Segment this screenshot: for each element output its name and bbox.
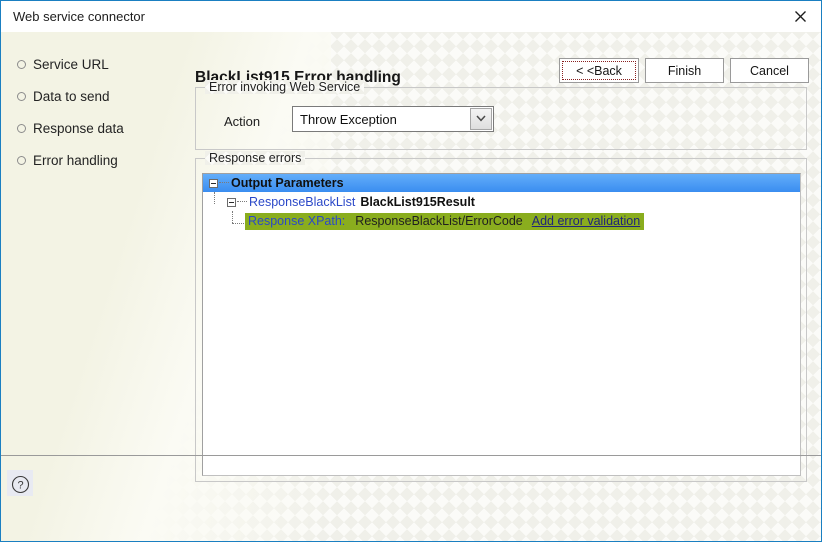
footer-bar: ? — [1, 456, 821, 510]
collapse-minus-icon[interactable] — [209, 178, 218, 188]
tree-row[interactable]: Output Parameters — [203, 174, 800, 192]
add-error-validation-link[interactable]: Add error validation — [532, 214, 640, 228]
chevron-down-icon[interactable] — [470, 108, 492, 130]
sidebar-item-label: Data to send — [33, 88, 110, 104]
tree-node-type: BlackList915Result — [360, 195, 475, 209]
tree-connector — [219, 182, 229, 184]
tree-node-name: ResponseBlackList — [249, 195, 356, 209]
response-errors-legend: Response errors — [205, 151, 305, 165]
circle-bullet-icon — [17, 59, 26, 69]
web-service-connector-dialog: Web service connector Service URL Data t… — [0, 0, 822, 542]
collapse-minus-icon[interactable] — [227, 197, 236, 207]
xpath-label: Response XPath: — [248, 214, 346, 228]
sidebar-item-label: Service URL — [33, 56, 109, 72]
svg-text:?: ? — [17, 480, 23, 492]
title-bar: Web service connector — [1, 1, 821, 32]
tree-connector — [237, 201, 247, 203]
sidebar-item-label: Error handling — [33, 152, 118, 168]
window-title: Web service connector — [13, 9, 145, 24]
response-errors-fieldset: Response errors Output Parameters Respon… — [195, 151, 807, 482]
sidebar-item-data-to-send[interactable]: Data to send — [1, 82, 187, 110]
circle-bullet-icon — [17, 123, 26, 133]
xpath-value: ResponseBlackList/ErrorCode — [355, 214, 523, 228]
circle-bullet-icon — [17, 155, 26, 165]
main-panel: BlackList915 Error handling Error invoki… — [187, 32, 821, 486]
sidebar-item-label: Response data — [33, 120, 124, 136]
action-label: Action — [224, 114, 261, 129]
circle-bullet-icon — [17, 91, 26, 101]
sidebar-item-response-data[interactable]: Response data — [1, 114, 187, 142]
close-icon[interactable] — [779, 1, 821, 31]
action-dropdown-value: Throw Exception — [300, 112, 397, 127]
error-invoking-legend: Error invoking Web Service — [205, 80, 364, 94]
error-invoking-fieldset: Error invoking Web Service Action Throw … — [195, 80, 807, 150]
xpath-validation-chip[interactable]: Response XPath: ResponseBlackList/ErrorC… — [245, 212, 645, 230]
action-dropdown[interactable]: Throw Exception — [292, 106, 494, 132]
help-question-icon[interactable]: ? — [7, 470, 33, 496]
sidebar-item-service-url[interactable]: Service URL — [1, 50, 187, 78]
sidebar-item-error-handling[interactable]: Error handling — [1, 146, 187, 174]
response-errors-tree[interactable]: Output Parameters ResponseBlackList Blac… — [202, 173, 801, 476]
tree-node-label: Output Parameters — [231, 176, 344, 190]
wizard-steps-sidebar: Service URL Data to send Response data E… — [1, 32, 187, 482]
tree-row[interactable]: ResponseBlackList BlackList915Result — [203, 193, 800, 211]
tree-row[interactable]: Response XPath: ResponseBlackList/ErrorC… — [203, 212, 800, 230]
